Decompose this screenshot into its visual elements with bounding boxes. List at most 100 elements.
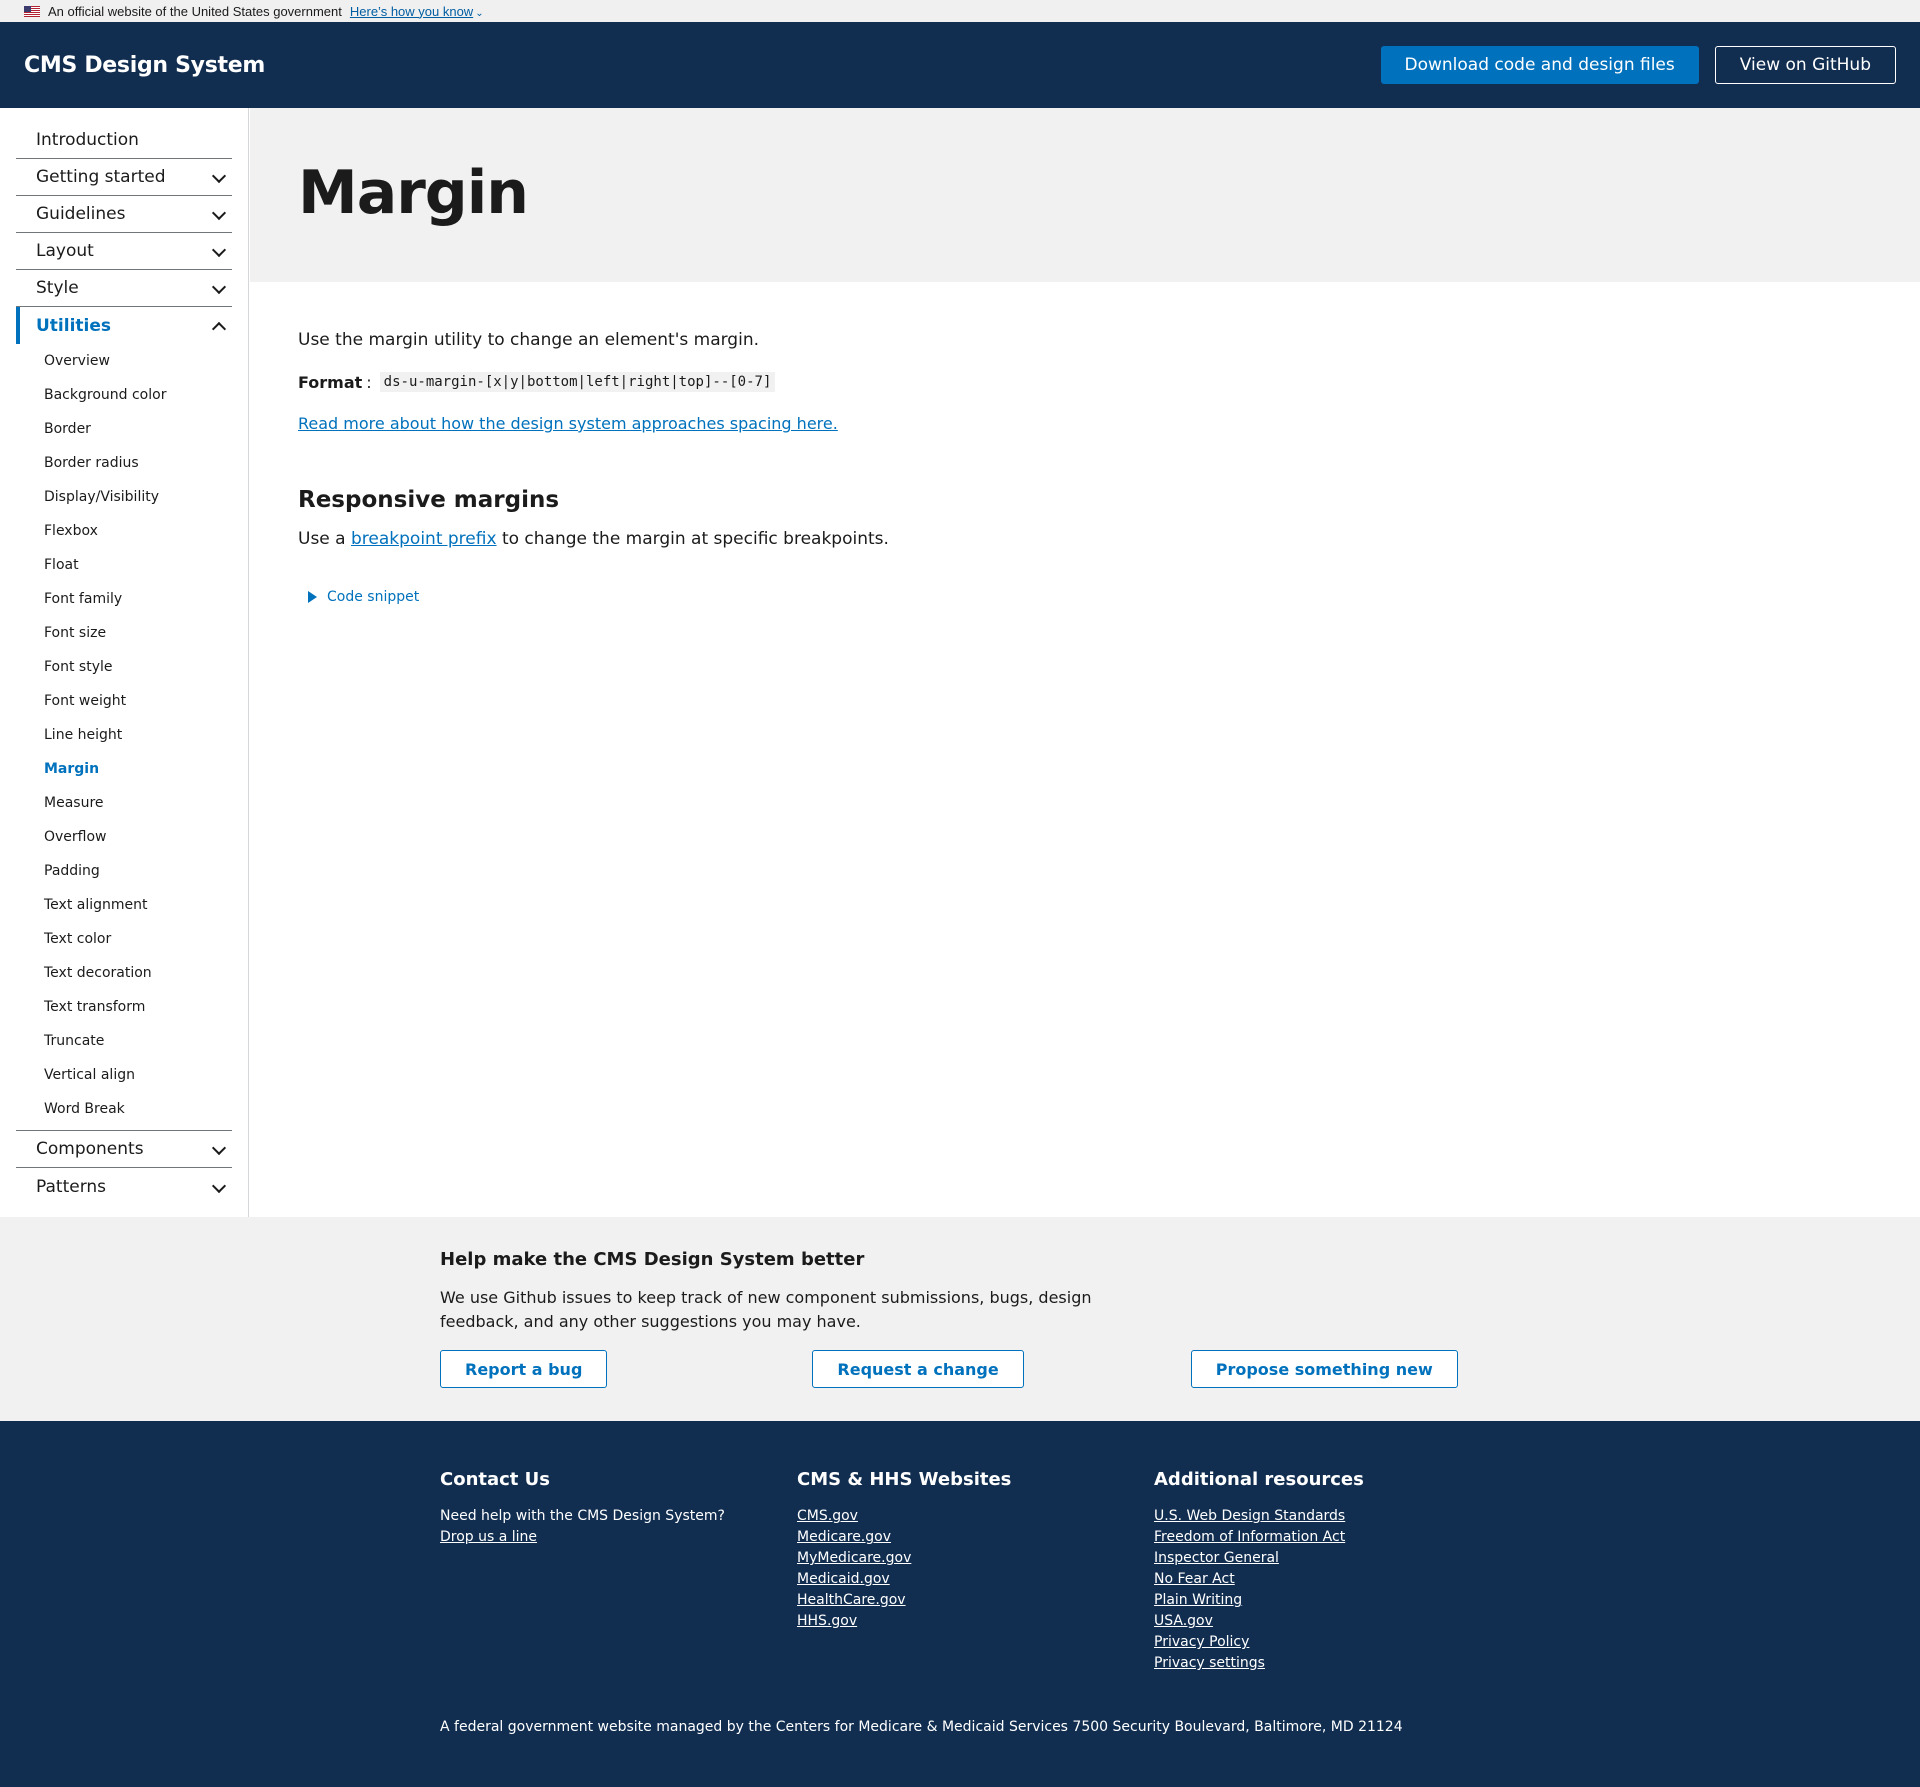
footer-websites: CMS & HHS Websites CMS.gov Medicare.gov My… — [797, 1469, 1154, 1674]
heres-how-you-know-link[interactable]: Here’s how you know ⌄ — [350, 4, 484, 19]
sidebar-item-components[interactable]: Components — [16, 1131, 232, 1168]
footer-columns: Contact Us Need help with the CMS Design… — [440, 1469, 1920, 1674]
sidebar-subitem[interactable]: Background color — [16, 378, 232, 412]
chevron-down-icon: ⌄ — [475, 7, 484, 19]
sidebar-subitem[interactable]: Vertical align — [16, 1058, 232, 1092]
footer-resource-link[interactable]: Privacy settings — [1154, 1653, 1511, 1674]
format-code: ds-u-margin-[x|y|bottom|left|right|top]-… — [379, 372, 776, 392]
resources-list: U.S. Web Design Standards Freedom of Info… — [1154, 1506, 1511, 1674]
main-content: Use the margin utility to change an elem… — [250, 282, 1920, 605]
gov-banner: An official website of the United States… — [0, 0, 1920, 22]
footer-resource-link[interactable]: Privacy Policy — [1154, 1632, 1511, 1653]
sidebar-item-guidelines[interactable]: Guidelines — [16, 196, 232, 233]
sidebar-nav: Introduction Getting started Guidelines … — [0, 108, 249, 1217]
page-title: Margin — [298, 158, 529, 228]
websites-list: CMS.gov Medicare.gov MyMedicare.gov Medicai… — [797, 1506, 1154, 1632]
spacing-read-more-link[interactable]: Read more about how the design system ap… — [298, 414, 838, 433]
footer-website-link[interactable]: HealthCare.gov — [797, 1590, 1154, 1611]
sidebar-subitem[interactable]: Overview — [16, 344, 232, 378]
chevron-down-icon — [212, 1143, 224, 1155]
gov-banner-text: An official website of the United States… — [48, 3, 342, 19]
sidebar-subitem[interactable]: Border radius — [16, 446, 232, 480]
footer-resource-link[interactable]: U.S. Web Design Standards — [1154, 1506, 1511, 1527]
sidebar-subitem[interactable]: Word Break — [16, 1092, 232, 1126]
feedback-heading: Help make the CMS Design System better — [440, 1249, 865, 1270]
chevron-down-icon — [212, 1181, 224, 1193]
footer-website-link[interactable]: CMS.gov — [797, 1506, 1154, 1527]
feedback-section: Help make the CMS Design System better W… — [0, 1217, 1920, 1421]
chevron-down-icon — [212, 208, 224, 220]
sidebar-subitem[interactable]: Padding — [16, 854, 232, 888]
footer-website-link[interactable]: HHS.gov — [797, 1611, 1154, 1632]
report-bug-button[interactable]: Report a bug — [440, 1350, 608, 1388]
request-change-button[interactable]: Request a change — [812, 1350, 1024, 1388]
sidebar-item-layout[interactable]: Layout — [16, 233, 232, 270]
heres-how-you-know-label: Here’s how you know — [349, 3, 474, 19]
footer-resource-link[interactable]: USA.gov — [1154, 1611, 1511, 1632]
sidebar-subitem[interactable]: Flexbox — [16, 514, 232, 548]
sidebar-subitem[interactable]: Font size — [16, 616, 232, 650]
contact-text: Need help with the CMS Design System? — [440, 1508, 725, 1524]
download-button[interactable]: Download code and design files — [1380, 46, 1699, 84]
breakpoint-prefix-link[interactable]: breakpoint prefix — [351, 529, 497, 549]
websites-heading: CMS & HHS Websites — [797, 1469, 1012, 1490]
sidebar-subitem[interactable]: Text decoration — [16, 956, 232, 990]
feedback-text: We use Github issues to keep track of ne… — [440, 1288, 1092, 1331]
sidebar-subitem[interactable]: Float — [16, 548, 232, 582]
contact-heading: Contact Us — [440, 1469, 551, 1490]
sidebar-item-label: Getting started — [36, 167, 166, 187]
resources-heading: Additional resources — [1154, 1469, 1364, 1490]
sidebar-item-label: Introduction — [36, 130, 139, 150]
sidebar-subitem[interactable]: Margin — [16, 752, 232, 786]
github-button[interactable]: View on GitHub — [1714, 46, 1896, 84]
footer-website-link[interactable]: MyMedicare.gov — [797, 1548, 1154, 1569]
caret-right-icon — [308, 591, 317, 603]
sidebar-subitem[interactable]: Overflow — [16, 820, 232, 854]
sidebar-item-style[interactable]: Style — [16, 270, 232, 307]
sidebar-item-label: Utilities — [36, 315, 112, 336]
sidebar-subitem[interactable]: Text color — [16, 922, 232, 956]
sidebar-subitem[interactable]: Text alignment — [16, 888, 232, 922]
sidebar-subitem[interactable]: Font style — [16, 650, 232, 684]
chevron-up-icon — [212, 320, 224, 332]
propose-new-button[interactable]: Propose something new — [1190, 1350, 1458, 1388]
code-snippet-toggle[interactable]: Code snippet — [298, 589, 1920, 605]
sidebar-subitem[interactable]: Text transform — [16, 990, 232, 1024]
sidebar-item-label: Components — [36, 1139, 144, 1159]
sidebar-item-introduction[interactable]: Introduction — [16, 122, 232, 159]
site-header: CMS Design System Download code and desi… — [0, 22, 1920, 108]
sidebar-subitem[interactable]: Border — [16, 412, 232, 446]
sidebar-item-patterns[interactable]: Patterns — [16, 1168, 232, 1205]
page-hero: Margin — [250, 108, 1920, 282]
intro-text: Use the margin utility to change an elem… — [298, 330, 759, 350]
code-snippet-label: Code snippet — [327, 589, 420, 605]
site-brand[interactable]: CMS Design System — [24, 53, 265, 78]
sidebar-item-label: Patterns — [36, 1176, 107, 1197]
site-footer: Contact Us Need help with the CMS Design… — [0, 1421, 1920, 1787]
footer-website-link[interactable]: Medicaid.gov — [797, 1569, 1154, 1590]
footer-resource-link[interactable]: Inspector General — [1154, 1548, 1511, 1569]
format-label: Format — [298, 372, 363, 392]
sidebar-item-label: Style — [36, 278, 79, 298]
sidebar-subitem[interactable]: Font family — [16, 582, 232, 616]
sidebar-subitem[interactable]: Display/Visibility — [16, 480, 232, 514]
sidebar-subitem[interactable]: Truncate — [16, 1024, 232, 1058]
sidebar-item-utilities[interactable]: Utilities — [16, 307, 232, 344]
footer-resource-link[interactable]: Plain Writing — [1154, 1590, 1511, 1611]
sidebar-subitem[interactable]: Measure — [16, 786, 232, 820]
footer-website-link[interactable]: Medicare.gov — [797, 1527, 1154, 1548]
footer-bottom-text: A federal government website managed by … — [440, 1719, 1403, 1735]
header-actions: Download code and design files View on G… — [1380, 46, 1896, 84]
contact-link[interactable]: Drop us a line — [440, 1527, 797, 1548]
chevron-down-icon — [212, 245, 224, 257]
sidebar-subitem[interactable]: Font weight — [16, 684, 232, 718]
utilities-submenu: Overview Background color Border Border rad… — [16, 344, 232, 1131]
sidebar-subitem[interactable]: Line height — [16, 718, 232, 752]
footer-resource-link[interactable]: No Fear Act — [1154, 1569, 1511, 1590]
chevron-down-icon — [212, 171, 224, 183]
format-line: Format: ds-u-margin-[x|y|bottom|left|rig… — [298, 372, 1920, 392]
sidebar-item-getting-started[interactable]: Getting started — [16, 159, 232, 196]
footer-resource-link[interactable]: Freedom of Information Act — [1154, 1527, 1511, 1548]
sidebar-item-label: Guidelines — [36, 204, 126, 224]
responsive-text: Use a breakpoint prefix to change the ma… — [298, 529, 1920, 549]
